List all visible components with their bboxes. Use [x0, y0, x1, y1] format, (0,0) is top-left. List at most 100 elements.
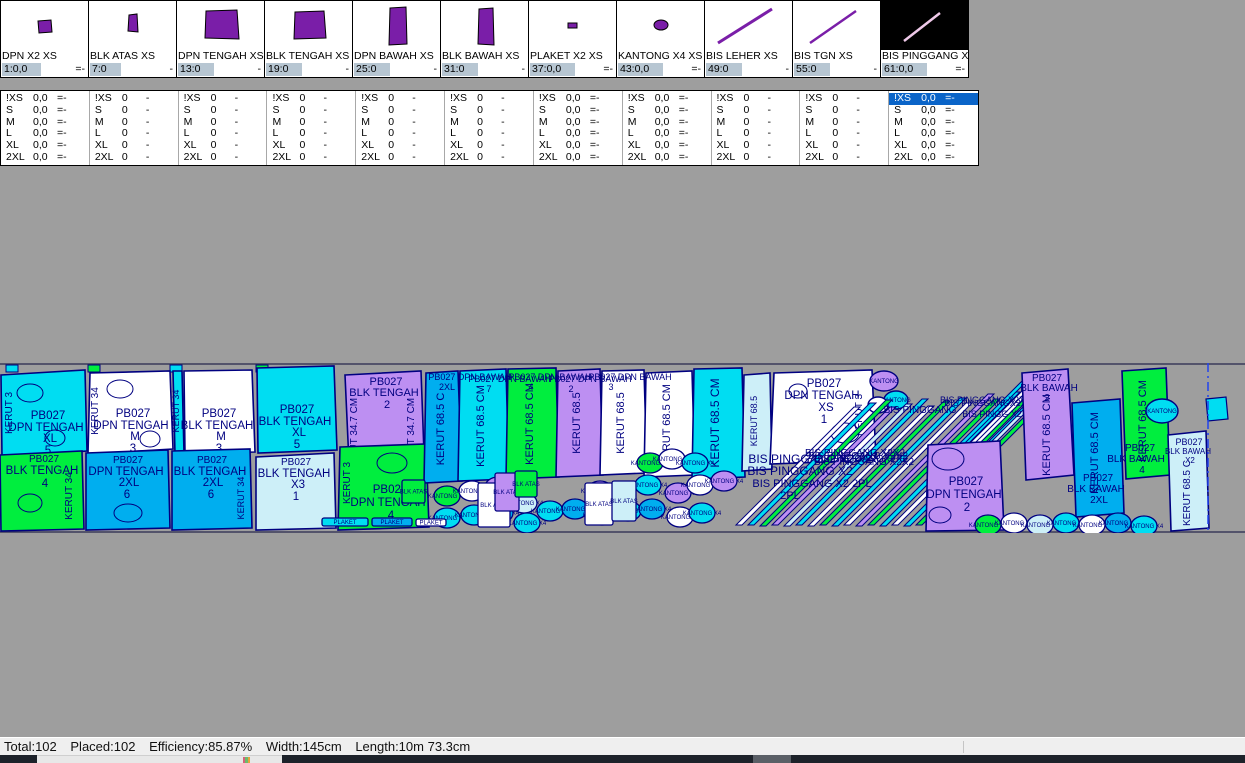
piece-label: DPN TENGAH: [784, 390, 859, 402]
size-row[interactable]: M0-: [179, 117, 267, 129]
size-row[interactable]: S0-: [90, 105, 178, 117]
size-row[interactable]: 2XL0-: [800, 152, 888, 164]
size-column: !XS0-S0-M0-L0-XL0-2XL0-: [90, 91, 179, 165]
size-column: !XS0,0=-S0,0=-M0,0=-L0,0=-XL0,0=-2XL0,0=…: [534, 91, 623, 165]
piece-card[interactable]: DPN TENGAH XS13:0-: [176, 0, 265, 78]
size-row[interactable]: 2XL0-: [90, 152, 178, 164]
piece-label: KANTONG: [1147, 409, 1177, 415]
size-value: 0,0: [566, 152, 590, 164]
size-row[interactable]: S0-: [356, 105, 444, 117]
size-row[interactable]: S0,0=-: [889, 105, 978, 117]
size-value: 0: [832, 152, 856, 164]
size-flag: =-: [679, 105, 689, 117]
size-row[interactable]: 2XL0,0=-: [623, 152, 711, 164]
taskbar-app-icon: [243, 757, 250, 763]
size-row[interactable]: S0,0=-: [534, 105, 622, 117]
size-row[interactable]: M0-: [800, 117, 888, 129]
marker-svg: PB027DPN TENGAHXL5KERUT 3PB027DPN TENGAH…: [0, 363, 1245, 533]
size-row[interactable]: !XS0-: [356, 93, 444, 105]
piece-card[interactable]: KANTONG X4 XS43:0,0=-: [616, 0, 705, 78]
piece-card-numrow: 37:0,0=-: [529, 63, 616, 77]
size-row[interactable]: 2XL0-: [712, 152, 800, 164]
size-row[interactable]: !XS0-: [179, 93, 267, 105]
taskbar-window-button[interactable]: [37, 755, 282, 763]
size-row[interactable]: S0-: [445, 105, 533, 117]
size-row[interactable]: M0-: [356, 117, 444, 129]
marker-area[interactable]: PB027DPN TENGAHXL5KERUT 3PB027DPN TENGAH…: [0, 363, 1245, 533]
size-label: S: [272, 105, 299, 117]
pattern-piece[interactable]: [88, 365, 100, 372]
size-value: 0: [122, 152, 146, 164]
size-column: !XS0-S0-M0-L0-XL0-2XL0-: [800, 91, 889, 165]
piece-card[interactable]: PLAKET X2 XS37:0,0=-: [528, 0, 617, 78]
size-row[interactable]: 2XL0-: [356, 152, 444, 164]
size-row[interactable]: S0,0=-: [623, 105, 711, 117]
size-value: 0: [477, 105, 501, 117]
piece-card-name: DPN TENGAH XS: [177, 50, 264, 63]
size-row[interactable]: !XS0-: [90, 93, 178, 105]
piece-label: PB027: [280, 404, 315, 416]
taskbar-button[interactable]: [753, 755, 791, 763]
piece-card[interactable]: BLK TENGAH XS19:0-: [264, 0, 353, 78]
size-row[interactable]: S0-: [712, 105, 800, 117]
status-width: Width:145cm: [266, 739, 342, 754]
pattern-piece[interactable]: [6, 365, 18, 372]
size-row[interactable]: S0,0=-: [1, 105, 89, 117]
piece-card-flag: -: [434, 63, 439, 76]
piece-label: KERUT 68.5 CM: [708, 378, 722, 467]
taskbar: [0, 755, 1245, 763]
size-row[interactable]: 2XL0-: [179, 152, 267, 164]
size-row[interactable]: !XS0-: [445, 93, 533, 105]
piece-card-flag: -: [170, 63, 175, 76]
size-row[interactable]: M0-: [90, 117, 178, 129]
size-row[interactable]: !XS0-: [267, 93, 355, 105]
size-row[interactable]: 2XL0,0=-: [534, 152, 622, 164]
size-label: S: [6, 105, 33, 117]
size-label: 2XL: [805, 152, 832, 164]
piece-label: PB027: [281, 457, 311, 468]
size-row[interactable]: S0-: [800, 105, 888, 117]
piece-thumbnail: [1, 1, 88, 50]
size-row[interactable]: 2XL0,0=-: [889, 152, 978, 164]
size-row[interactable]: 2XL0,0=-: [1, 152, 89, 164]
size-value: 0,0: [655, 105, 679, 117]
piece-card[interactable]: BIS LEHER XS49:0-: [704, 0, 793, 78]
piece-card[interactable]: BIS PINGGANG X2 XS61:0,0=-: [880, 0, 969, 78]
size-row[interactable]: !XS0-: [800, 93, 888, 105]
piece-label: 2: [384, 399, 390, 411]
size-row[interactable]: M0-: [445, 117, 533, 129]
size-value: 0,0: [33, 152, 57, 164]
size-flag: =-: [57, 105, 67, 117]
piece-card-index: 37:0,0: [530, 63, 575, 76]
size-table: !XS0,0=-S0,0=-M0,0=-L0,0=-XL0,0=-2XL0,0=…: [0, 90, 979, 166]
size-row[interactable]: S0-: [267, 105, 355, 117]
pattern-piece[interactable]: [1206, 397, 1228, 421]
piece-card[interactable]: BLK BAWAH XS31:0-: [440, 0, 529, 78]
piece-thumbnail: [265, 1, 352, 50]
piece-card-flag: -: [786, 63, 791, 76]
size-row[interactable]: 2XL0-: [445, 152, 533, 164]
piece-label: 2XL: [203, 477, 224, 489]
size-flag: -: [235, 152, 239, 164]
size-label: 2XL: [272, 152, 299, 164]
pieces-panel: DPN X2 XS1:0,0=-BLK ATAS XS7:0-DPN TENGA…: [0, 0, 968, 78]
size-row[interactable]: S0-: [179, 105, 267, 117]
piece-label: PB027: [949, 476, 984, 488]
piece-label: 4: [1139, 465, 1145, 476]
size-value: 0: [477, 152, 501, 164]
piece-card[interactable]: BLK ATAS XS7:0-: [88, 0, 177, 78]
piece-card[interactable]: DPN BAWAH XS25:0-: [352, 0, 441, 78]
piece-label: KERUT 68.5 CM: [475, 385, 487, 467]
size-row[interactable]: M0-: [712, 117, 800, 129]
size-flag: =-: [57, 152, 67, 164]
size-row[interactable]: !XS0-: [712, 93, 800, 105]
piece-card[interactable]: DPN X2 XS1:0,0=-: [0, 0, 89, 78]
size-label: S: [450, 105, 477, 117]
piece-thumbnail: [793, 1, 880, 50]
piece-card-index: 25:0: [354, 63, 390, 76]
piece-card[interactable]: BIS TGN XS55:0-: [792, 0, 881, 78]
size-row[interactable]: M0-: [267, 117, 355, 129]
size-column: !XS0-S0-M0-L0-XL0-2XL0-: [179, 91, 268, 165]
piece-label: KANTONG X4: [1125, 524, 1164, 530]
size-row[interactable]: 2XL0-: [267, 152, 355, 164]
